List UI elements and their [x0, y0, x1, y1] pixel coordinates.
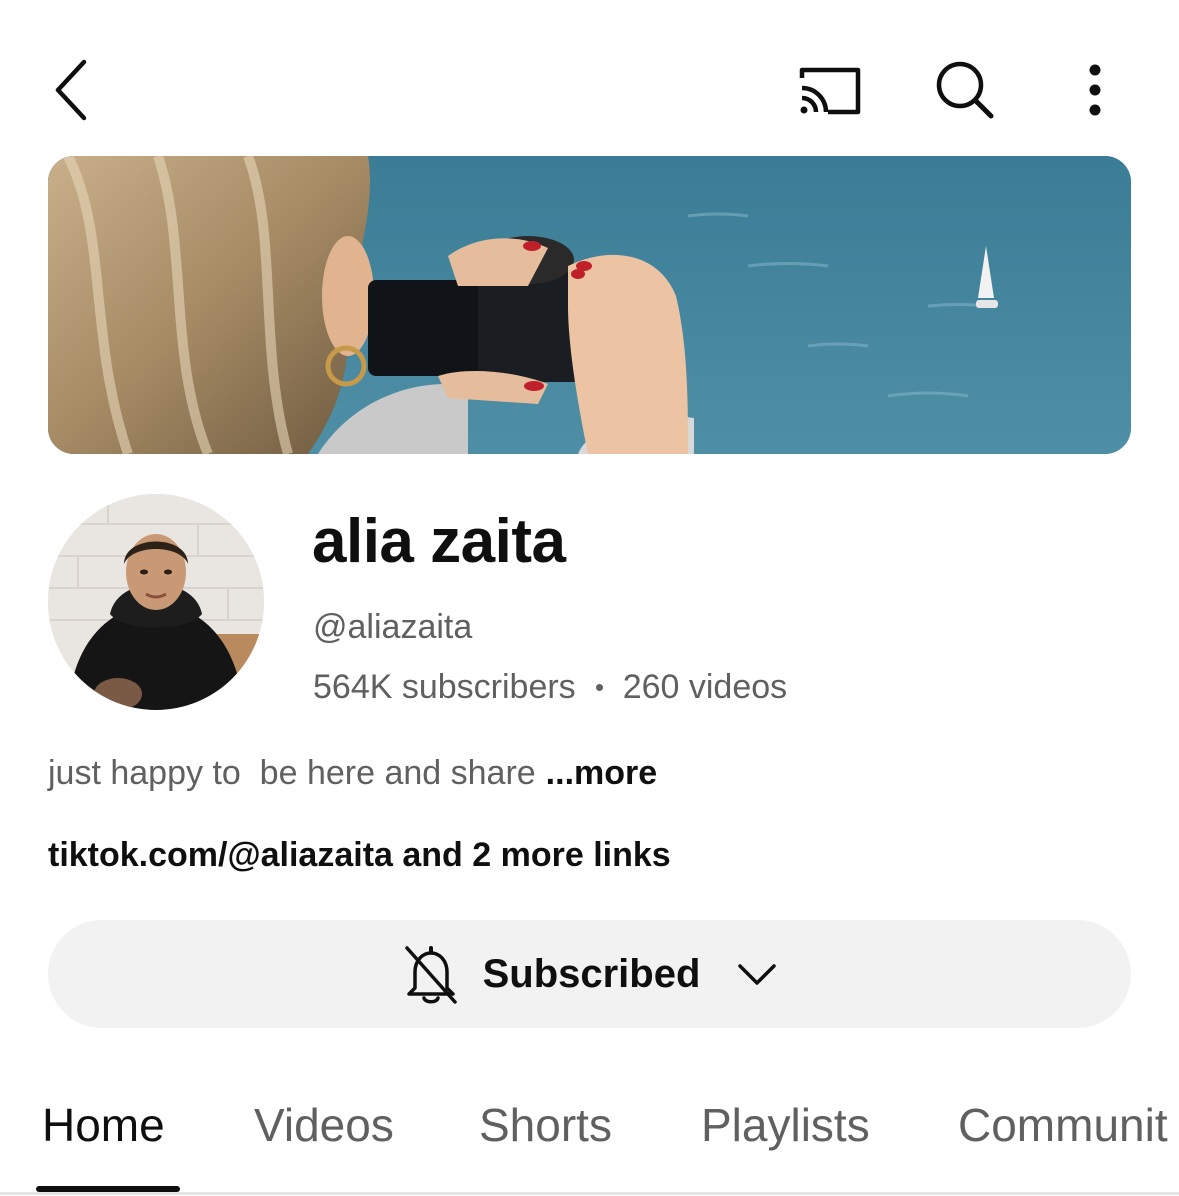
back-arrow-icon — [55, 59, 87, 121]
video-count: 260 videos — [622, 668, 788, 706]
more-link[interactable]: ...more — [546, 754, 657, 792]
channel-tabs: Home Videos Shorts Playlists Communit — [0, 1080, 1179, 1196]
notifications-off-icon — [404, 946, 457, 1004]
tabs-divider — [0, 1192, 1179, 1195]
search-button[interactable] — [925, 55, 1005, 125]
cast-button[interactable] — [790, 55, 870, 125]
channel-banner — [48, 156, 1131, 454]
tab-playlists[interactable]: Playlists — [701, 1098, 870, 1152]
description-text: just happy to be here and share — [48, 754, 536, 792]
tab-home[interactable]: Home — [42, 1098, 165, 1152]
avatar-image — [48, 494, 264, 710]
tab-videos[interactable]: Videos — [254, 1098, 394, 1152]
subscribed-button[interactable]: Subscribed — [48, 920, 1131, 1028]
subscriber-count: 564K subscribers — [313, 668, 576, 706]
channel-links[interactable]: tiktok.com/@aliazaita and 2 more links — [48, 836, 671, 875]
banner-image — [48, 156, 1131, 454]
search-icon — [936, 61, 994, 119]
back-button[interactable] — [40, 50, 104, 130]
more-options-button[interactable] — [1065, 55, 1125, 125]
tab-shorts[interactable]: Shorts — [479, 1098, 612, 1152]
channel-handle: @aliazaita — [313, 608, 473, 646]
separator-dot — [595, 684, 603, 691]
channel-description[interactable]: just happy to be here and share ...more — [48, 754, 657, 793]
subscribed-label: Subscribed — [482, 951, 701, 996]
chevron-down-icon — [738, 964, 777, 985]
top-app-bar — [0, 0, 1179, 180]
tab-community[interactable]: Communit — [958, 1098, 1168, 1152]
more-vert-icon — [1089, 64, 1101, 116]
channel-avatar[interactable] — [48, 494, 264, 710]
cast-icon — [799, 67, 861, 115]
channel-name: alia zaita — [312, 507, 566, 576]
channel-stats: 564K subscribers 260 videos — [313, 668, 787, 707]
